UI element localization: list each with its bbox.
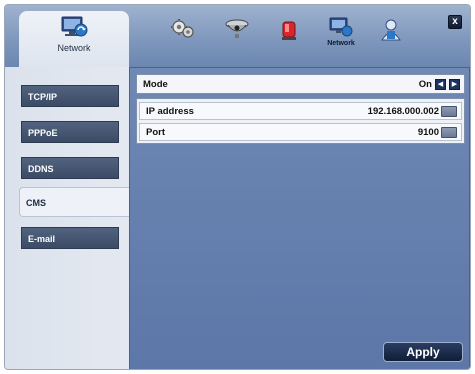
mode-label: Mode bbox=[143, 78, 168, 90]
mode-row: Mode On ◀ ▶ bbox=[136, 74, 465, 94]
keyboard-icon[interactable] bbox=[441, 126, 457, 138]
mode-control: On ◀ ▶ bbox=[418, 78, 460, 90]
network-icon bbox=[61, 16, 88, 37]
ip-address-field[interactable]: 192.168.000.002 bbox=[367, 105, 457, 117]
tab-network-active[interactable]: Network bbox=[19, 11, 129, 69]
camera-icon bbox=[225, 19, 249, 38]
top-tab-bar: Network Network x bbox=[5, 5, 470, 69]
alarm-icon bbox=[282, 21, 296, 40]
sidebar-item-ddns[interactable]: DDNS bbox=[21, 157, 119, 179]
sidebar-item-pppoe[interactable]: PPPoE bbox=[21, 121, 119, 143]
sidebar-item-tcpip[interactable]: TCP/IP bbox=[21, 85, 119, 107]
port-row: Port 9100 bbox=[139, 123, 462, 141]
sidebar: TCP/IP PPPoE DDNS CMS E-mail bbox=[5, 67, 131, 369]
port-label: Port bbox=[146, 126, 165, 138]
sidebar-item-email[interactable]: E-mail bbox=[21, 227, 119, 249]
ip-address-row: IP address 192.168.000.002 bbox=[139, 102, 462, 120]
sidebar-item-cms[interactable]: CMS bbox=[19, 187, 131, 217]
ip-address-value: 192.168.000.002 bbox=[367, 105, 439, 117]
tab-network-label: Network bbox=[57, 43, 91, 53]
tab-network[interactable]: Network bbox=[327, 17, 355, 47]
tab-alarm[interactable] bbox=[275, 17, 303, 47]
settings-window: Network Network x TCP/IP PPPoE DDNS CMS … bbox=[4, 4, 471, 370]
tab-network-caption: Network bbox=[327, 40, 355, 47]
tab-camera[interactable] bbox=[223, 17, 251, 47]
apply-button[interactable]: Apply bbox=[383, 342, 463, 362]
ip-address-label: IP address bbox=[146, 105, 194, 117]
mode-value: On bbox=[418, 78, 432, 90]
keyboard-icon[interactable] bbox=[441, 105, 457, 117]
network-icon bbox=[329, 17, 353, 37]
tab-system[interactable] bbox=[169, 17, 197, 47]
mode-next-arrow-icon[interactable]: ▶ bbox=[449, 78, 460, 90]
close-button[interactable]: x bbox=[448, 15, 462, 29]
cms-settings-panel: Mode On ◀ ▶ IP address 192.168.000.002 P… bbox=[129, 67, 470, 369]
gear-icon bbox=[171, 19, 194, 38]
cms-fields-group: IP address 192.168.000.002 Port 9100 bbox=[136, 98, 465, 144]
port-value: 9100 bbox=[417, 126, 439, 138]
mode-prev-arrow-icon[interactable]: ◀ bbox=[435, 78, 446, 90]
port-field[interactable]: 9100 bbox=[417, 126, 457, 138]
user-icon bbox=[381, 19, 401, 41]
tab-user[interactable] bbox=[377, 17, 405, 47]
